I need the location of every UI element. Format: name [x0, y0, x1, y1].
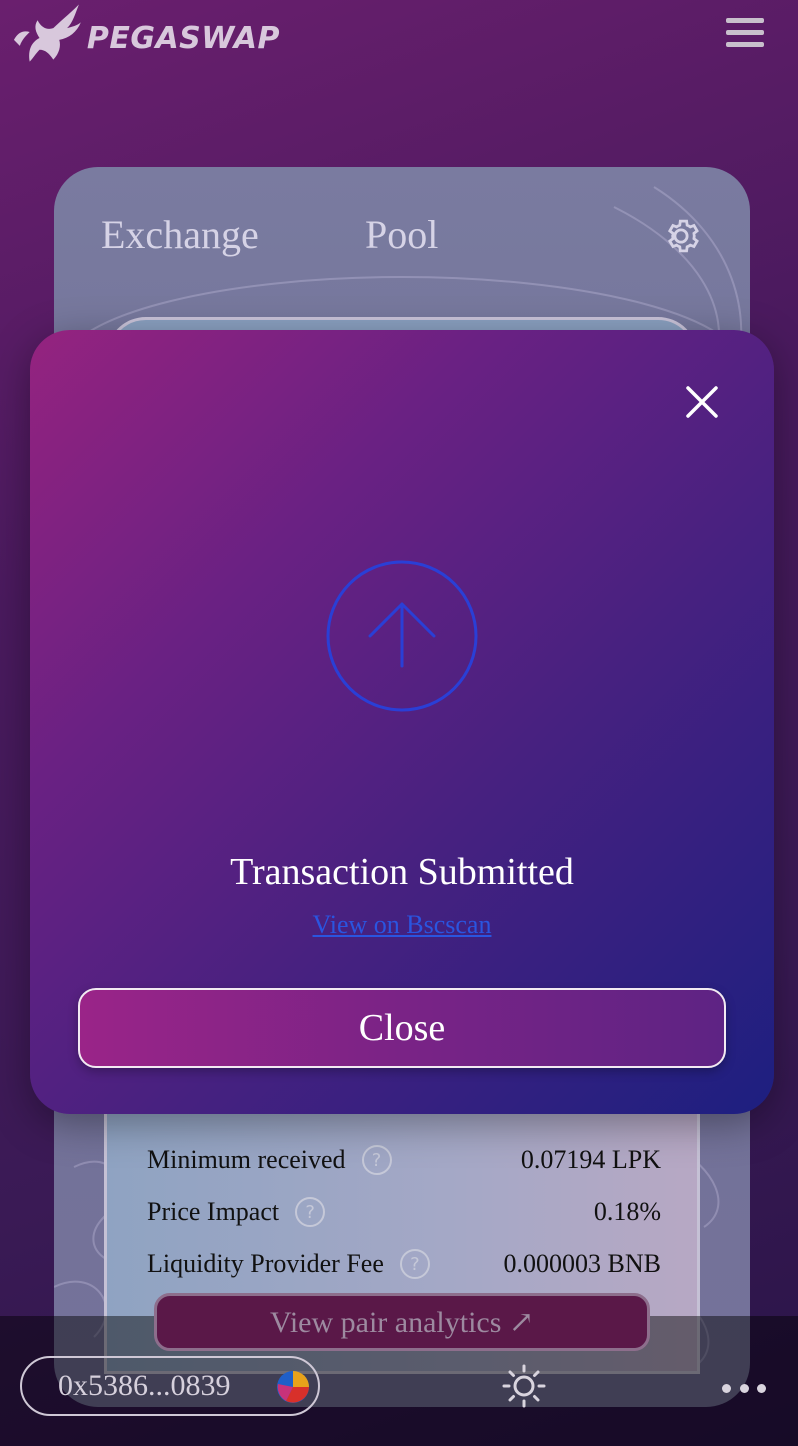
- view-pair-analytics-button[interactable]: View pair analytics ↗: [154, 1293, 650, 1351]
- wallet-button[interactable]: 0x5386...0839: [20, 1356, 320, 1416]
- help-icon[interactable]: ?: [361, 1145, 392, 1175]
- sun-icon[interactable]: [502, 1364, 546, 1408]
- detail-label: Liquidity Provider Fee: [147, 1249, 384, 1278]
- more-dots-icon[interactable]: [722, 1374, 766, 1402]
- hamburger-icon[interactable]: [726, 18, 764, 48]
- close-icon[interactable]: [684, 384, 720, 420]
- view-on-bscscan-link[interactable]: View on Bscscan: [30, 910, 774, 940]
- detail-label: Minimum received: [147, 1145, 346, 1174]
- detail-row-price-impact: Price Impact ? 0.18%: [147, 1192, 661, 1232]
- gear-icon[interactable]: [660, 215, 702, 257]
- detail-value: 0.000003 BNB: [503, 1249, 661, 1278]
- detail-row-minimum-received: Minimum received ? 0.07194 LPK: [147, 1140, 661, 1180]
- pegasus-icon: [13, 4, 81, 62]
- detail-value: 0.07194 LPK: [520, 1145, 661, 1174]
- transaction-submitted-modal: Transaction Submitted View on Bscscan Cl…: [30, 330, 774, 1114]
- logo-text: PEGASWAP: [86, 20, 280, 56]
- detail-value: 0.18%: [593, 1197, 661, 1226]
- help-icon[interactable]: ?: [295, 1197, 326, 1227]
- wallet-avatar-icon: [277, 1371, 309, 1403]
- tab-exchange[interactable]: Exchange: [101, 211, 259, 258]
- detail-label: Price Impact: [147, 1197, 280, 1226]
- detail-row-liquidity-fee: Liquidity Provider Fee ? 0.000003 BNB: [147, 1244, 661, 1284]
- modal-title: Transaction Submitted: [230, 851, 574, 893]
- wallet-address: 0x5386...0839: [58, 1369, 231, 1402]
- header: PEGASWAP: [0, 0, 798, 80]
- logo[interactable]: PEGASWAP: [10, 0, 280, 70]
- tab-pool[interactable]: Pool: [365, 211, 438, 258]
- help-icon[interactable]: ?: [399, 1249, 430, 1279]
- close-button[interactable]: Close: [78, 988, 726, 1068]
- arrow-up-circle-icon: [326, 560, 478, 712]
